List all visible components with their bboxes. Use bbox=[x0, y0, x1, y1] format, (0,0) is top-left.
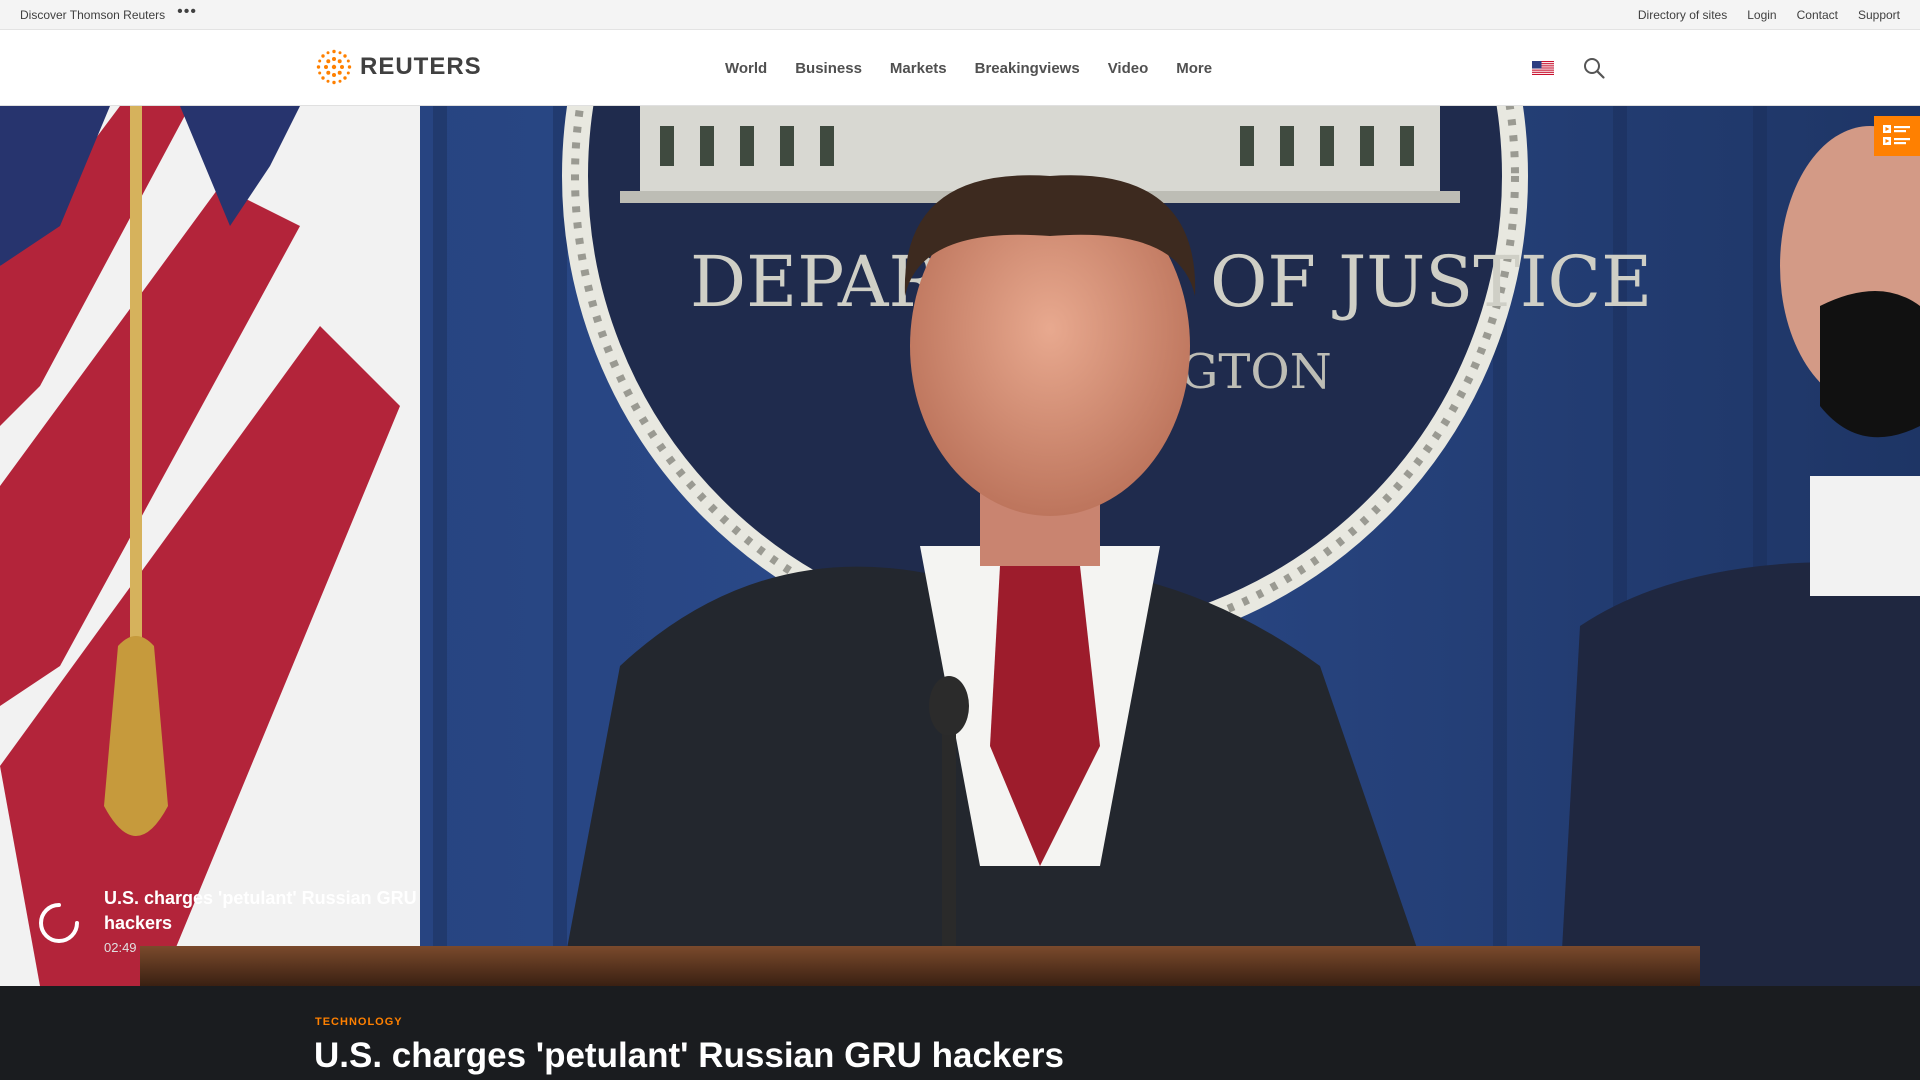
support-link[interactable]: Support bbox=[1858, 8, 1900, 22]
nav-business[interactable]: Business bbox=[795, 60, 862, 77]
utility-bar: Discover Thomson Reuters ••• Directory o… bbox=[0, 0, 1920, 30]
discover-thomson-reuters-link[interactable]: Discover Thomson Reuters bbox=[20, 8, 165, 22]
site-header: REUTERS World Business Markets Breakingv… bbox=[0, 30, 1920, 106]
video-title[interactable]: U.S. charges 'petulant' Russian GRU hack… bbox=[104, 886, 434, 936]
ellipsis-icon[interactable]: ••• bbox=[177, 3, 197, 20]
nav-breakingviews[interactable]: Breakingviews bbox=[975, 60, 1080, 77]
svg-text:GTON: GTON bbox=[1180, 344, 1332, 400]
video-info: U.S. charges 'petulant' Russian GRU hack… bbox=[38, 886, 434, 955]
directory-of-sites-link[interactable]: Directory of sites bbox=[1638, 8, 1727, 22]
contact-link[interactable]: Contact bbox=[1797, 8, 1838, 22]
playlist-toggle-button[interactable] bbox=[1874, 116, 1920, 156]
primary-nav: World Business Markets Breakingviews Vid… bbox=[725, 30, 1212, 106]
playlist-icon bbox=[1883, 125, 1910, 145]
login-link[interactable]: Login bbox=[1747, 8, 1776, 22]
header-tools bbox=[1532, 30, 1606, 106]
us-flag-icon[interactable] bbox=[1532, 61, 1554, 75]
reuters-logo[interactable]: REUTERS bbox=[314, 47, 482, 87]
video-frame: DEPAR OF JUSTICE GTON bbox=[0, 106, 1920, 986]
search-icon[interactable] bbox=[1582, 56, 1606, 80]
loading-spinner-icon[interactable] bbox=[38, 902, 80, 944]
article-headline: U.S. charges 'petulant' Russian GRU hack… bbox=[314, 1036, 1064, 1075]
utility-left: Discover Thomson Reuters ••• bbox=[20, 3, 197, 22]
video-meta: U.S. charges 'petulant' Russian GRU hack… bbox=[104, 886, 434, 955]
article-header: TECHNOLOGY U.S. charges 'petulant' Russi… bbox=[0, 986, 1920, 1080]
nav-world[interactable]: World bbox=[725, 60, 767, 77]
logo-wordmark: REUTERS bbox=[360, 53, 482, 80]
nav-video[interactable]: Video bbox=[1108, 60, 1149, 77]
video-duration: 02:49 bbox=[104, 940, 137, 955]
nav-more[interactable]: More bbox=[1176, 60, 1212, 77]
reuters-dot-logo-icon bbox=[316, 49, 352, 85]
article-category[interactable]: TECHNOLOGY bbox=[315, 1016, 403, 1028]
utility-links: Directory of sites Login Contact Support bbox=[1638, 8, 1900, 22]
flag-prop bbox=[0, 106, 420, 986]
svg-text:OF JUSTICE: OF JUSTICE bbox=[1210, 241, 1652, 323]
video-player[interactable]: DEPAR OF JUSTICE GTON U.S. charges 'petu… bbox=[0, 106, 1920, 986]
nav-markets[interactable]: Markets bbox=[890, 60, 947, 77]
